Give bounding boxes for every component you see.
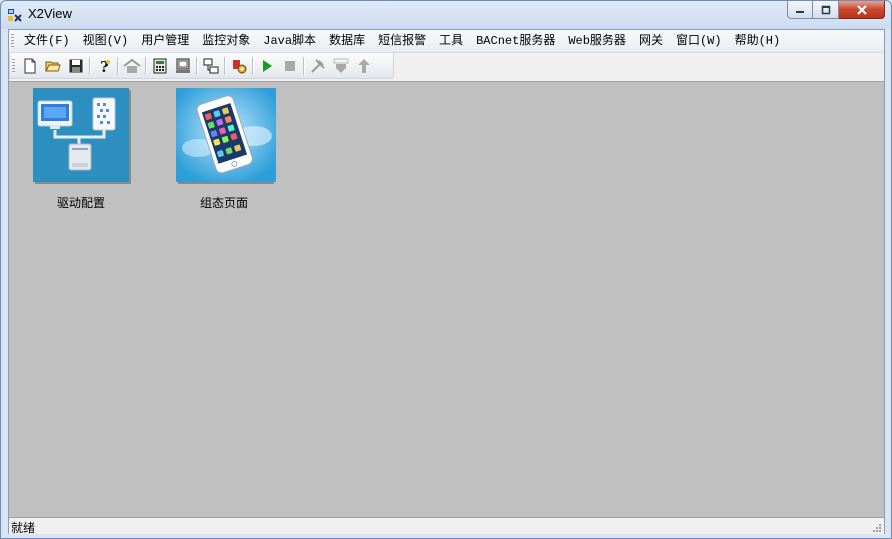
status-bar: 就绪 [9,517,884,535]
home-icon [122,58,141,73]
main-frame: 文件(F) 视图(V) 用户管理 监控对象 Java脚本 数据库 短信报警 工具… [8,29,885,535]
help-button[interactable]: ? [92,55,115,77]
build-icon [310,58,325,73]
menu-help[interactable]: 帮助(H) [728,31,787,51]
load-button[interactable] [329,55,352,77]
app-window: X2View 文件(F) 视图(V) 用户管理 监控对象 Java脚本 数据库 … [0,0,892,539]
toolbar-separator [252,56,253,75]
app-logo-icon [8,9,22,22]
close-button[interactable] [839,1,885,19]
menu-tools[interactable]: 工具 [432,31,469,51]
stop-button[interactable] [278,55,301,77]
network-icon [203,58,218,73]
config-page-shortcut[interactable]: 组态页面 [164,88,284,211]
resize-grip-icon[interactable] [871,522,882,533]
window-title: X2View [28,6,72,21]
menu-java-script[interactable]: Java脚本 [256,31,322,51]
menu-bar: 文件(F) 视图(V) 用户管理 监控对象 Java脚本 数据库 短信报警 工具… [9,30,884,53]
calculator-icon [153,58,166,73]
menu-view[interactable]: 视图(V) [76,31,135,51]
menu-bacnet-server[interactable]: BACnet服务器 [469,31,561,51]
new-file-icon [24,58,35,73]
status-text: 就绪 [11,521,36,535]
menu-file[interactable]: 文件(F) [17,31,76,51]
menu-window[interactable]: 窗口(W) [669,31,728,51]
network-button[interactable] [199,55,222,77]
new-file-button[interactable] [18,55,41,77]
minimize-button[interactable] [787,1,813,19]
build-button[interactable] [306,55,329,77]
title-bar[interactable]: X2View [1,1,891,29]
toolbar-separator [303,56,304,75]
tools-config-button[interactable] [227,55,250,77]
tools-config-icon [232,59,246,73]
toolbar-separator [224,56,225,75]
maximize-button[interactable] [813,1,839,19]
menubar-grip[interactable] [11,34,14,48]
driver-config-shortcut[interactable]: 驱动配置 [21,88,141,211]
save-button[interactable] [64,55,87,77]
menu-database[interactable]: 数据库 [322,31,371,51]
monitor-button[interactable] [171,55,194,77]
open-button[interactable] [41,55,64,77]
driver-config-icon[interactable] [33,88,129,182]
open-folder-icon [44,61,61,71]
menu-gateway[interactable]: 网关 [632,31,669,51]
maximize-icon [821,5,830,14]
help-icon: ? [100,58,110,74]
caption-buttons [787,1,885,21]
save-icon [69,59,82,72]
load-icon [333,58,348,73]
upload-button[interactable] [352,55,375,77]
home-button[interactable] [120,55,143,77]
menu-web-server[interactable]: Web服务器 [561,31,632,51]
driver-config-label: 驱动配置 [56,196,105,210]
toolbar-separator [89,56,90,75]
toolbar-separator [196,56,197,75]
menu-user-management[interactable]: 用户管理 [134,31,195,51]
upload-icon [357,58,370,73]
run-button[interactable] [255,55,278,77]
mobile-page-icon[interactable] [176,88,276,182]
mdi-workspace[interactable]: 驱动配置 组态页面 [9,81,884,518]
config-page-label: 组态页面 [199,196,248,210]
stop-icon [284,60,295,71]
run-icon [262,59,272,72]
calculator-button[interactable] [148,55,171,77]
toolbar: ? [9,53,394,79]
toolbar-separator [117,56,118,75]
monitor-icon [175,58,190,73]
toolbar-grip[interactable] [12,58,15,73]
minimize-icon [796,10,804,13]
menu-monitor-objects[interactable]: 监控对象 [195,31,256,51]
toolbar-separator [145,56,146,75]
close-icon [856,4,867,15]
menu-sms-alarm[interactable]: 短信报警 [371,31,432,51]
